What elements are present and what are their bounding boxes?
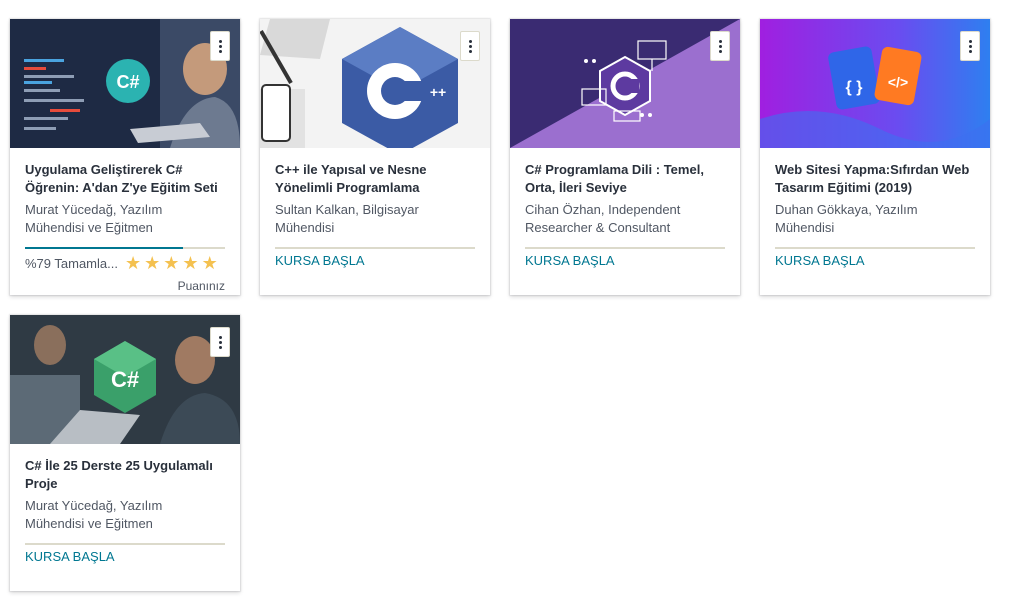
card-menu-button[interactable] [210, 31, 230, 61]
start-course-link[interactable]: KURSA BAŞLA [525, 251, 725, 271]
cpp-plus-text: ++ [430, 84, 446, 100]
course-thumbnail[interactable] [510, 19, 740, 148]
course-thumbnail[interactable]: ++ [260, 19, 490, 148]
course-card[interactable]: C# Uygulama Geliştirerek C# Öğrenin: A'd… [10, 19, 240, 295]
dot-icon [468, 39, 472, 43]
csharp-logo-text: C# [111, 367, 139, 392]
course-instructor: Cihan Özhan, Independent Researcher & Co… [525, 202, 681, 235]
course-thumbnail[interactable]: C# [10, 315, 240, 444]
dot-icon [218, 345, 222, 349]
course-title[interactable]: C# İle 25 Derste 25 Uygulamalı Proje [25, 457, 225, 493]
star-icon[interactable]: ★ [144, 254, 160, 272]
progress-fill [25, 247, 183, 249]
dot-icon [718, 39, 722, 43]
start-course-link[interactable]: KURSA BAŞLA [775, 251, 975, 271]
rating-stars[interactable]: ★ ★ ★ ★ ★ [125, 254, 218, 272]
dot-icon [968, 44, 972, 48]
star-icon[interactable]: ★ [182, 254, 198, 272]
course-title[interactable]: C++ ile Yapısal ve Nesne Yönelimli Progr… [275, 161, 475, 197]
dot-icon [218, 335, 222, 339]
csharp-logo-text: C# [116, 72, 139, 92]
dot-icon [218, 44, 222, 48]
dot-icon [718, 44, 722, 48]
course-thumbnail[interactable]: { } </> [760, 19, 990, 148]
divider [525, 247, 725, 249]
divider [775, 247, 975, 249]
code-icon-text: </> [888, 74, 908, 90]
star-icon[interactable]: ★ [202, 254, 218, 272]
card-menu-button[interactable] [960, 31, 980, 61]
start-course-link[interactable]: KURSA BAŞLA [25, 547, 225, 567]
dot-icon [468, 49, 472, 53]
dot-icon [218, 49, 222, 53]
dot-icon [968, 39, 972, 43]
course-card[interactable]: C# C# İle 25 Derste 25 Uygulamalı Proje … [10, 315, 240, 591]
card-menu-button[interactable] [210, 327, 230, 357]
divider [275, 247, 475, 249]
start-course-link[interactable]: KURSA BAŞLA [275, 251, 475, 271]
course-title[interactable]: Uygulama Geliştirerek C# Öğrenin: A'dan … [25, 161, 225, 197]
rating-label: Puanınız [177, 279, 225, 293]
course-instructor: Sultan Kalkan, Bilgisayar Mühendisi [275, 202, 419, 235]
course-title[interactable]: C# Programlama Dili : Temel, Orta, İleri… [525, 161, 725, 197]
star-icon[interactable]: ★ [163, 254, 179, 272]
course-instructor: Murat Yücedağ, Yazılım Mühendisi ve Eğit… [25, 498, 163, 531]
dot-icon [718, 49, 722, 53]
course-thumbnail[interactable]: C# [10, 19, 240, 148]
dot-icon [968, 49, 972, 53]
braces-icon-text: { } [846, 79, 863, 96]
course-title[interactable]: Web Sitesi Yapma:Sıfırdan Web Tasarım Eğ… [775, 161, 975, 197]
progress-text: %79 Tamamla... [25, 255, 118, 271]
card-menu-button[interactable] [710, 31, 730, 61]
dot-icon [468, 44, 472, 48]
course-card[interactable]: ++ C++ ile Yapısal ve Nesne Yönelimli Pr… [260, 19, 490, 295]
dot-icon [218, 340, 222, 344]
course-card[interactable]: C# Programlama Dili : Temel, Orta, İleri… [510, 19, 740, 295]
progress-bar [25, 247, 225, 249]
dot-icon [218, 39, 222, 43]
course-grid: C# Uygulama Geliştirerek C# Öğrenin: A'd… [0, 0, 1022, 604]
star-icon[interactable]: ★ [125, 254, 141, 272]
course-instructor: Murat Yücedağ, Yazılım Mühendisi ve Eğit… [25, 202, 163, 235]
divider [25, 543, 225, 545]
course-instructor: Duhan Gökkaya, Yazılım Mühendisi [775, 202, 918, 235]
course-card[interactable]: { } </> Web Sitesi Yapma:Sıfırdan Web Ta… [760, 19, 990, 295]
card-menu-button[interactable] [460, 31, 480, 61]
